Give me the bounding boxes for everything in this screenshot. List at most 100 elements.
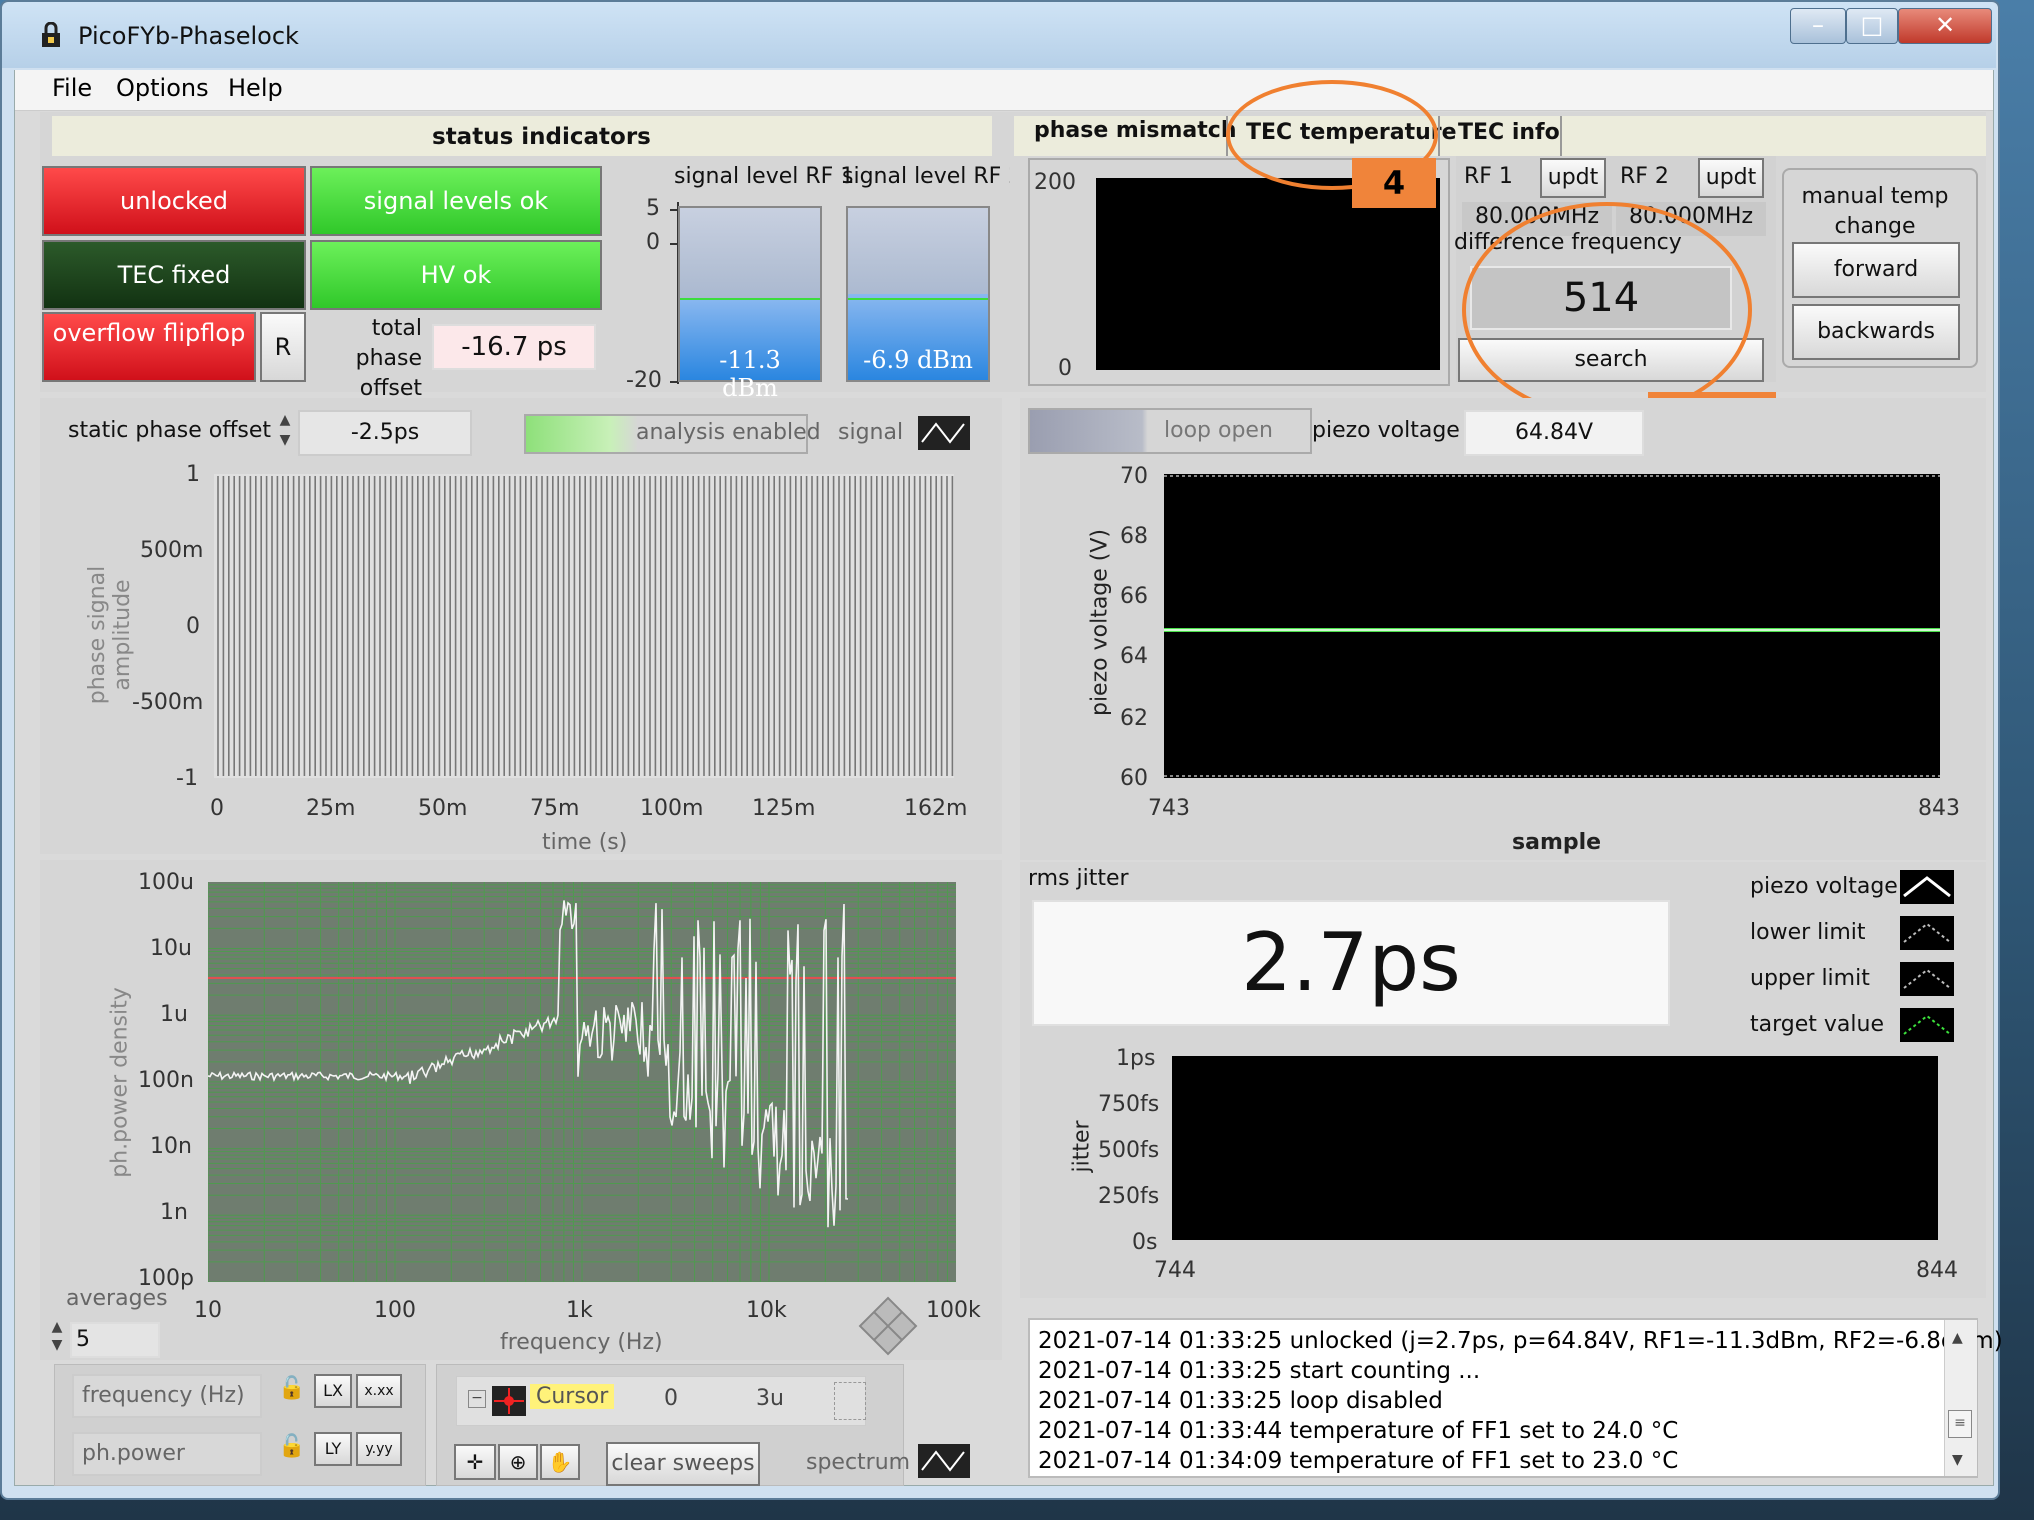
phase-xtick-0: 0 [210, 796, 224, 821]
spectrum-xtick-100: 100 [374, 1298, 416, 1323]
averages-stepper[interactable]: ▲ ▼ [48, 1318, 66, 1358]
rf1-level-marker [680, 298, 820, 300]
scroll-up-icon[interactable]: ▲ [1952, 1330, 1963, 1346]
power-scale-lock-icon[interactable]: 🔓 [278, 1434, 305, 1466]
frequency-scale-label: frequency (Hz) [72, 1374, 262, 1418]
frequency-scale-autoscale-button[interactable]: LX [314, 1374, 352, 1408]
rf2-level-value: -6.9 dBm [863, 346, 973, 374]
rf2-update-button[interactable]: updt [1698, 158, 1764, 198]
log-line: 2021-07-14 01:34:09 temperature of FF1 s… [1038, 1448, 1679, 1474]
power-scale-label: ph.power [72, 1432, 262, 1476]
frequency-scale-lock-icon[interactable]: 🔓 [278, 1376, 305, 1408]
averages-input[interactable]: 5 [70, 1322, 160, 1358]
legend-target-value-swatch [1900, 1008, 1954, 1042]
menu-help[interactable]: Help [228, 74, 283, 102]
title-bar [2, 2, 1996, 68]
spectrum-xtick-1k: 1k [566, 1298, 593, 1323]
piezo-xtick-743: 743 [1148, 796, 1190, 821]
total-phase-offset-value: -16.7 ps [432, 324, 596, 370]
legend-piezo-swatch [1900, 870, 1954, 904]
annotation-circle-frequency [1462, 202, 1752, 418]
static-phase-offset-input[interactable]: -2.5ps [298, 410, 472, 456]
jitter-xtick-744: 744 [1154, 1258, 1196, 1283]
rf2-level-marker [848, 298, 988, 300]
cursor-crosshair-icon [492, 1386, 526, 1416]
rf2-label: RF 2 [1620, 164, 1669, 189]
menu-file[interactable]: File [52, 74, 92, 102]
averages-label: averages [66, 1286, 168, 1311]
scroll-grip-icon[interactable]: ≡ [1948, 1410, 1972, 1438]
spectrum-ytick-100u: 100u [138, 870, 194, 895]
signal-tick-0: 0 [646, 230, 660, 255]
piezo-voltage-value: 64.84V [1464, 410, 1644, 456]
cursor-collapse-icon[interactable]: − [468, 1390, 486, 1408]
lock-icon [42, 22, 60, 47]
tab-plot-tick-0: 0 [1058, 356, 1072, 381]
jitter-ytick-250fs: 250fs [1098, 1184, 1160, 1209]
signal-tick-5: 5 [646, 196, 660, 221]
phase-xtick-50m: 50m [418, 796, 468, 821]
scroll-down-icon[interactable]: ▼ [1952, 1452, 1963, 1468]
tab-phase-mismatch[interactable]: phase mismatch [1034, 118, 1236, 143]
forward-button[interactable]: forward [1792, 242, 1960, 298]
power-scale-format-button[interactable]: y.yy [356, 1432, 402, 1466]
zoom-tool-button[interactable]: ⊕ [498, 1444, 538, 1480]
piezo-xtick-843: 843 [1918, 796, 1960, 821]
spectrum-legend-swatch [918, 1444, 970, 1478]
signal-levels-ok-led: signal levels ok [310, 166, 602, 236]
jitter-plot-ylabel: jitter [1069, 1120, 1095, 1173]
clear-sweeps-button[interactable]: clear sweeps [606, 1442, 760, 1486]
legend-upper-limit: upper limit [1750, 966, 1870, 991]
minimize-button[interactable]: – [1790, 8, 1846, 44]
spectrum-ytick-10n: 10n [150, 1134, 192, 1159]
backwards-button[interactable]: backwards [1792, 304, 1960, 360]
piezo-ytick-70: 70 [1120, 464, 1148, 489]
tec-fixed-led: TEC fixed [42, 240, 306, 310]
pan-hand-tool-button[interactable]: ✋ [540, 1444, 580, 1480]
jitter-ytick-750fs: 750fs [1098, 1092, 1160, 1117]
jitter-ytick-1ps: 1ps [1116, 1046, 1156, 1071]
jitter-ytick-500fs: 500fs [1098, 1138, 1160, 1163]
cursor-y-value: 3u [756, 1386, 784, 1411]
power-scale-autoscale-button[interactable]: LY [314, 1432, 352, 1466]
cursor-name[interactable]: Cursor [530, 1384, 615, 1409]
total-phase-offset-label: total phase offset [355, 316, 422, 401]
tab-plot-tick-200: 200 [1034, 170, 1076, 195]
rf2-signal-label: signal level RF 2 [842, 164, 1023, 189]
legend-piezo-voltage: piezo voltage [1750, 874, 1898, 899]
phase-xtick-125m: 125m [752, 796, 816, 821]
legend-lower-limit: lower limit [1750, 920, 1866, 945]
legend-upper-limit-swatch [1900, 962, 1954, 996]
log-line: 2021-07-14 01:33:25 unlocked (j=2.7ps, p… [1038, 1328, 2003, 1354]
cursor-move-icon[interactable] [834, 1382, 866, 1420]
spectrum-plot-xlabel: frequency (Hz) [500, 1330, 663, 1355]
spectrum-ytick-1u: 1u [160, 1002, 188, 1027]
hv-ok-led: HV ok [310, 240, 602, 310]
phase-ytick-minus500m: -500m [132, 690, 204, 715]
signal-legend-label: signal [838, 420, 904, 445]
spectrum-ytick-10u: 10u [150, 936, 192, 961]
tab-tec-info[interactable]: TEC info [1458, 120, 1560, 145]
menu-options[interactable]: Options [116, 74, 209, 102]
rf1-update-button[interactable]: updt [1540, 158, 1606, 198]
legend-lower-limit-swatch [1900, 916, 1954, 950]
frequency-scale-format-button[interactable]: x.xx [356, 1374, 402, 1408]
tab-separator [1560, 116, 1562, 156]
static-phase-offset-stepper[interactable]: ▲ ▼ [276, 410, 294, 454]
spectrum-xtick-10: 10 [194, 1298, 222, 1323]
reset-button[interactable]: R [260, 312, 306, 382]
close-button[interactable]: ✕ [1898, 8, 1992, 44]
graph-cursor-tool-button[interactable]: ✛ [454, 1444, 496, 1480]
cursor-x-value: 0 [664, 1386, 678, 1411]
pan-diamond-icon[interactable] [858, 1296, 918, 1356]
loop-open-label: loop open [1164, 418, 1273, 443]
spectrum-plot [208, 882, 956, 1282]
maximize-button[interactable]: □ [1846, 8, 1898, 44]
piezo-ytick-68: 68 [1120, 524, 1148, 549]
rms-jitter-value: 2.7ps [1032, 900, 1670, 1026]
rf1-level-value: -11.3 dBm [719, 346, 781, 402]
jitter-plot [1172, 1056, 1938, 1240]
phase-xtick-100m: 100m [640, 796, 704, 821]
phase-xtick-75m: 75m [530, 796, 580, 821]
spectrum-xtick-100k: 100k [926, 1298, 981, 1323]
